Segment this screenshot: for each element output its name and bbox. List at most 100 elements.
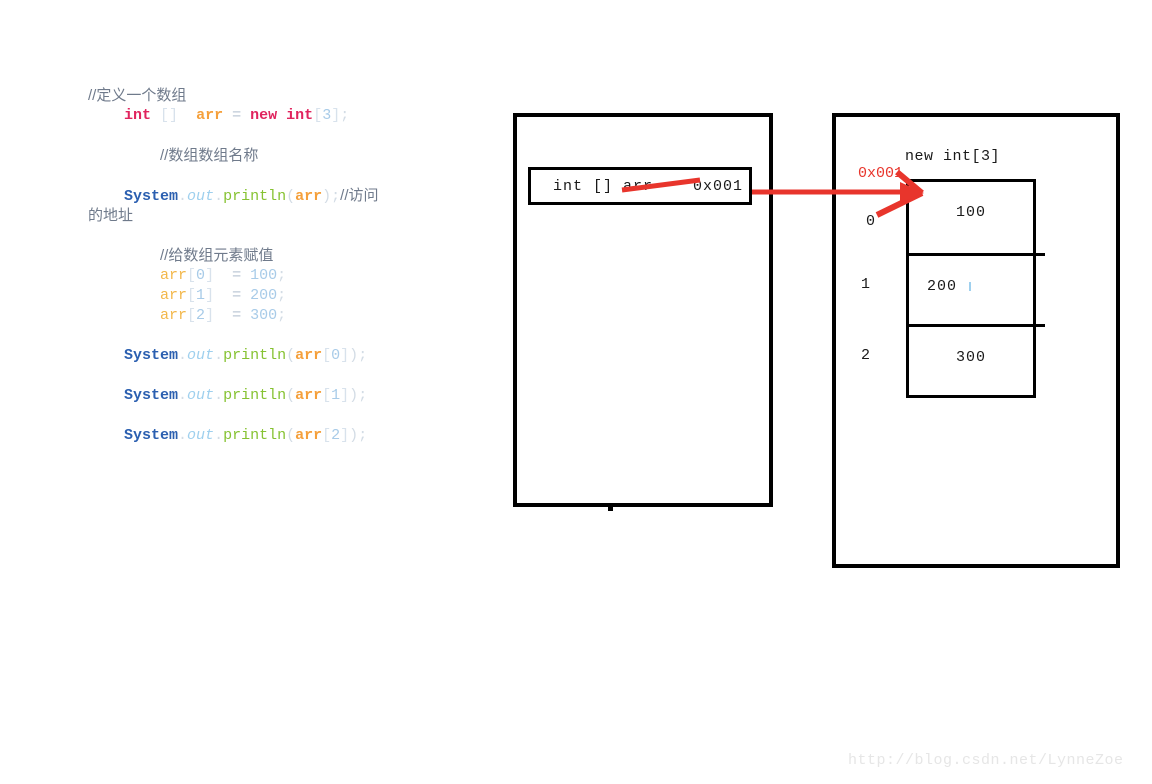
code-token-semi: .	[214, 188, 224, 205]
code-line: //给数组元素赋值	[88, 246, 488, 266]
code-token-paren: (	[286, 347, 296, 364]
code-line: System.out.println(arr[0]);	[88, 346, 488, 366]
cell-divider-tick	[1033, 253, 1045, 256]
code-token-method: println	[223, 347, 287, 364]
code-token-pad	[88, 347, 124, 364]
source-watermark: http://blog.csdn.net/LynneZoe	[848, 752, 1124, 769]
array-index-label-1: 1	[861, 276, 871, 293]
code-token-pad	[88, 107, 124, 124]
code-token-kw: int	[286, 107, 314, 124]
code-token-paren: )	[322, 188, 332, 205]
array-cell-value-text: 200	[927, 278, 958, 295]
array-index-label-0: 0	[866, 213, 876, 230]
code-token-method: println	[223, 387, 287, 404]
heap-address-label: 0x001	[858, 165, 904, 182]
code-token-var: arr	[196, 107, 224, 124]
code-line: //定义一个数组	[88, 86, 488, 106]
code-token-semi: .	[214, 427, 224, 444]
code-token-op: =	[232, 307, 242, 324]
heap-allocation-label: new int[3]	[905, 148, 1001, 165]
code-token-brk: ]	[205, 267, 215, 284]
code-token-num: 200	[250, 287, 278, 304]
code-token-brk: ]	[205, 307, 215, 324]
code-token-op: =	[232, 287, 242, 304]
code-token-num: 300	[250, 307, 278, 324]
code-token-semi: ;	[358, 387, 368, 404]
code-token-semi: .	[214, 347, 224, 364]
code-token-field: out	[187, 347, 215, 364]
code-token-semi: .	[178, 427, 188, 444]
array-cell: 200	[909, 253, 1045, 324]
code-token-semi: .	[178, 387, 188, 404]
code-line: System.out.println(arr[2]);	[88, 426, 488, 446]
code-token-num: 2	[196, 307, 206, 324]
code-token-brk: ]	[331, 107, 341, 124]
code-token-brk: [	[187, 267, 197, 284]
code-token-semi: ;	[358, 347, 368, 364]
code-token-field: out	[187, 427, 215, 444]
code-token-num: 0	[196, 267, 206, 284]
code-token-brk: ]	[340, 387, 350, 404]
code-token-paren: )	[349, 427, 359, 444]
code-token-kw: int	[124, 107, 152, 124]
code-token-paren: )	[349, 347, 359, 364]
code-token-brk: [	[322, 427, 332, 444]
code-token-op: =	[232, 267, 242, 284]
code-token-pad	[88, 287, 160, 304]
code-token-field: out	[187, 387, 215, 404]
code-token-method: println	[223, 427, 287, 444]
code-line: arr[2] = 300;	[88, 306, 488, 326]
code-line: System.out.println(arr);//访问	[88, 186, 488, 206]
code-token-num: 1	[196, 287, 206, 304]
stack-variable-label: int [] arr 0x001	[553, 178, 744, 195]
code-token-paren: (	[286, 387, 296, 404]
code-token-var: arr	[295, 427, 323, 444]
code-line: arr[0] = 100;	[88, 266, 488, 286]
code-token-num: 2	[331, 427, 341, 444]
code-token-var2: arr	[160, 287, 188, 304]
code-token-comment: //数组数组名称	[160, 147, 259, 164]
code-token-brk: ]	[205, 287, 215, 304]
code-line: //数组数组名称	[88, 146, 488, 166]
code-token-paren: (	[286, 188, 296, 205]
code-line: System.out.println(arr[1]);	[88, 386, 488, 406]
code-token-var: arr	[295, 347, 323, 364]
code-token-semi: ;	[331, 188, 341, 205]
code-token-op: =	[232, 107, 242, 124]
code-token-brk: [	[187, 287, 197, 304]
code-token-class: System	[124, 347, 179, 364]
diagram-canvas: //定义一个数组 int [] arr = new int[3]; //数组数组…	[0, 0, 1152, 784]
code-token-comment: //给数组元素赋值	[160, 247, 274, 264]
array-cell-value: 100	[955, 204, 986, 221]
code-token-brk: [	[187, 307, 197, 324]
code-token-semi: ;	[277, 267, 287, 284]
code-token-brk: []	[160, 107, 179, 124]
code-token-num: 100	[250, 267, 278, 284]
code-token-paren: )	[349, 387, 359, 404]
code-token-field: out	[187, 188, 215, 205]
array-cell-stack: 100 200 300	[906, 179, 1045, 398]
code-line: arr[1] = 200;	[88, 286, 488, 306]
code-token-brk: [	[322, 387, 332, 404]
code-line: int [] arr = new int[3];	[88, 106, 488, 126]
code-token-brk: [	[313, 107, 323, 124]
code-token-paren: (	[286, 427, 296, 444]
stack-variable-slot: int [] arr 0x001	[528, 167, 752, 205]
code-token-method: println	[223, 188, 287, 205]
array-index-label-2: 2	[861, 347, 871, 364]
code-token-class: System	[124, 188, 179, 205]
code-token-num: 3	[322, 107, 332, 124]
code-token-num: 1	[331, 387, 341, 404]
code-token-comment: 的地址	[88, 207, 134, 224]
